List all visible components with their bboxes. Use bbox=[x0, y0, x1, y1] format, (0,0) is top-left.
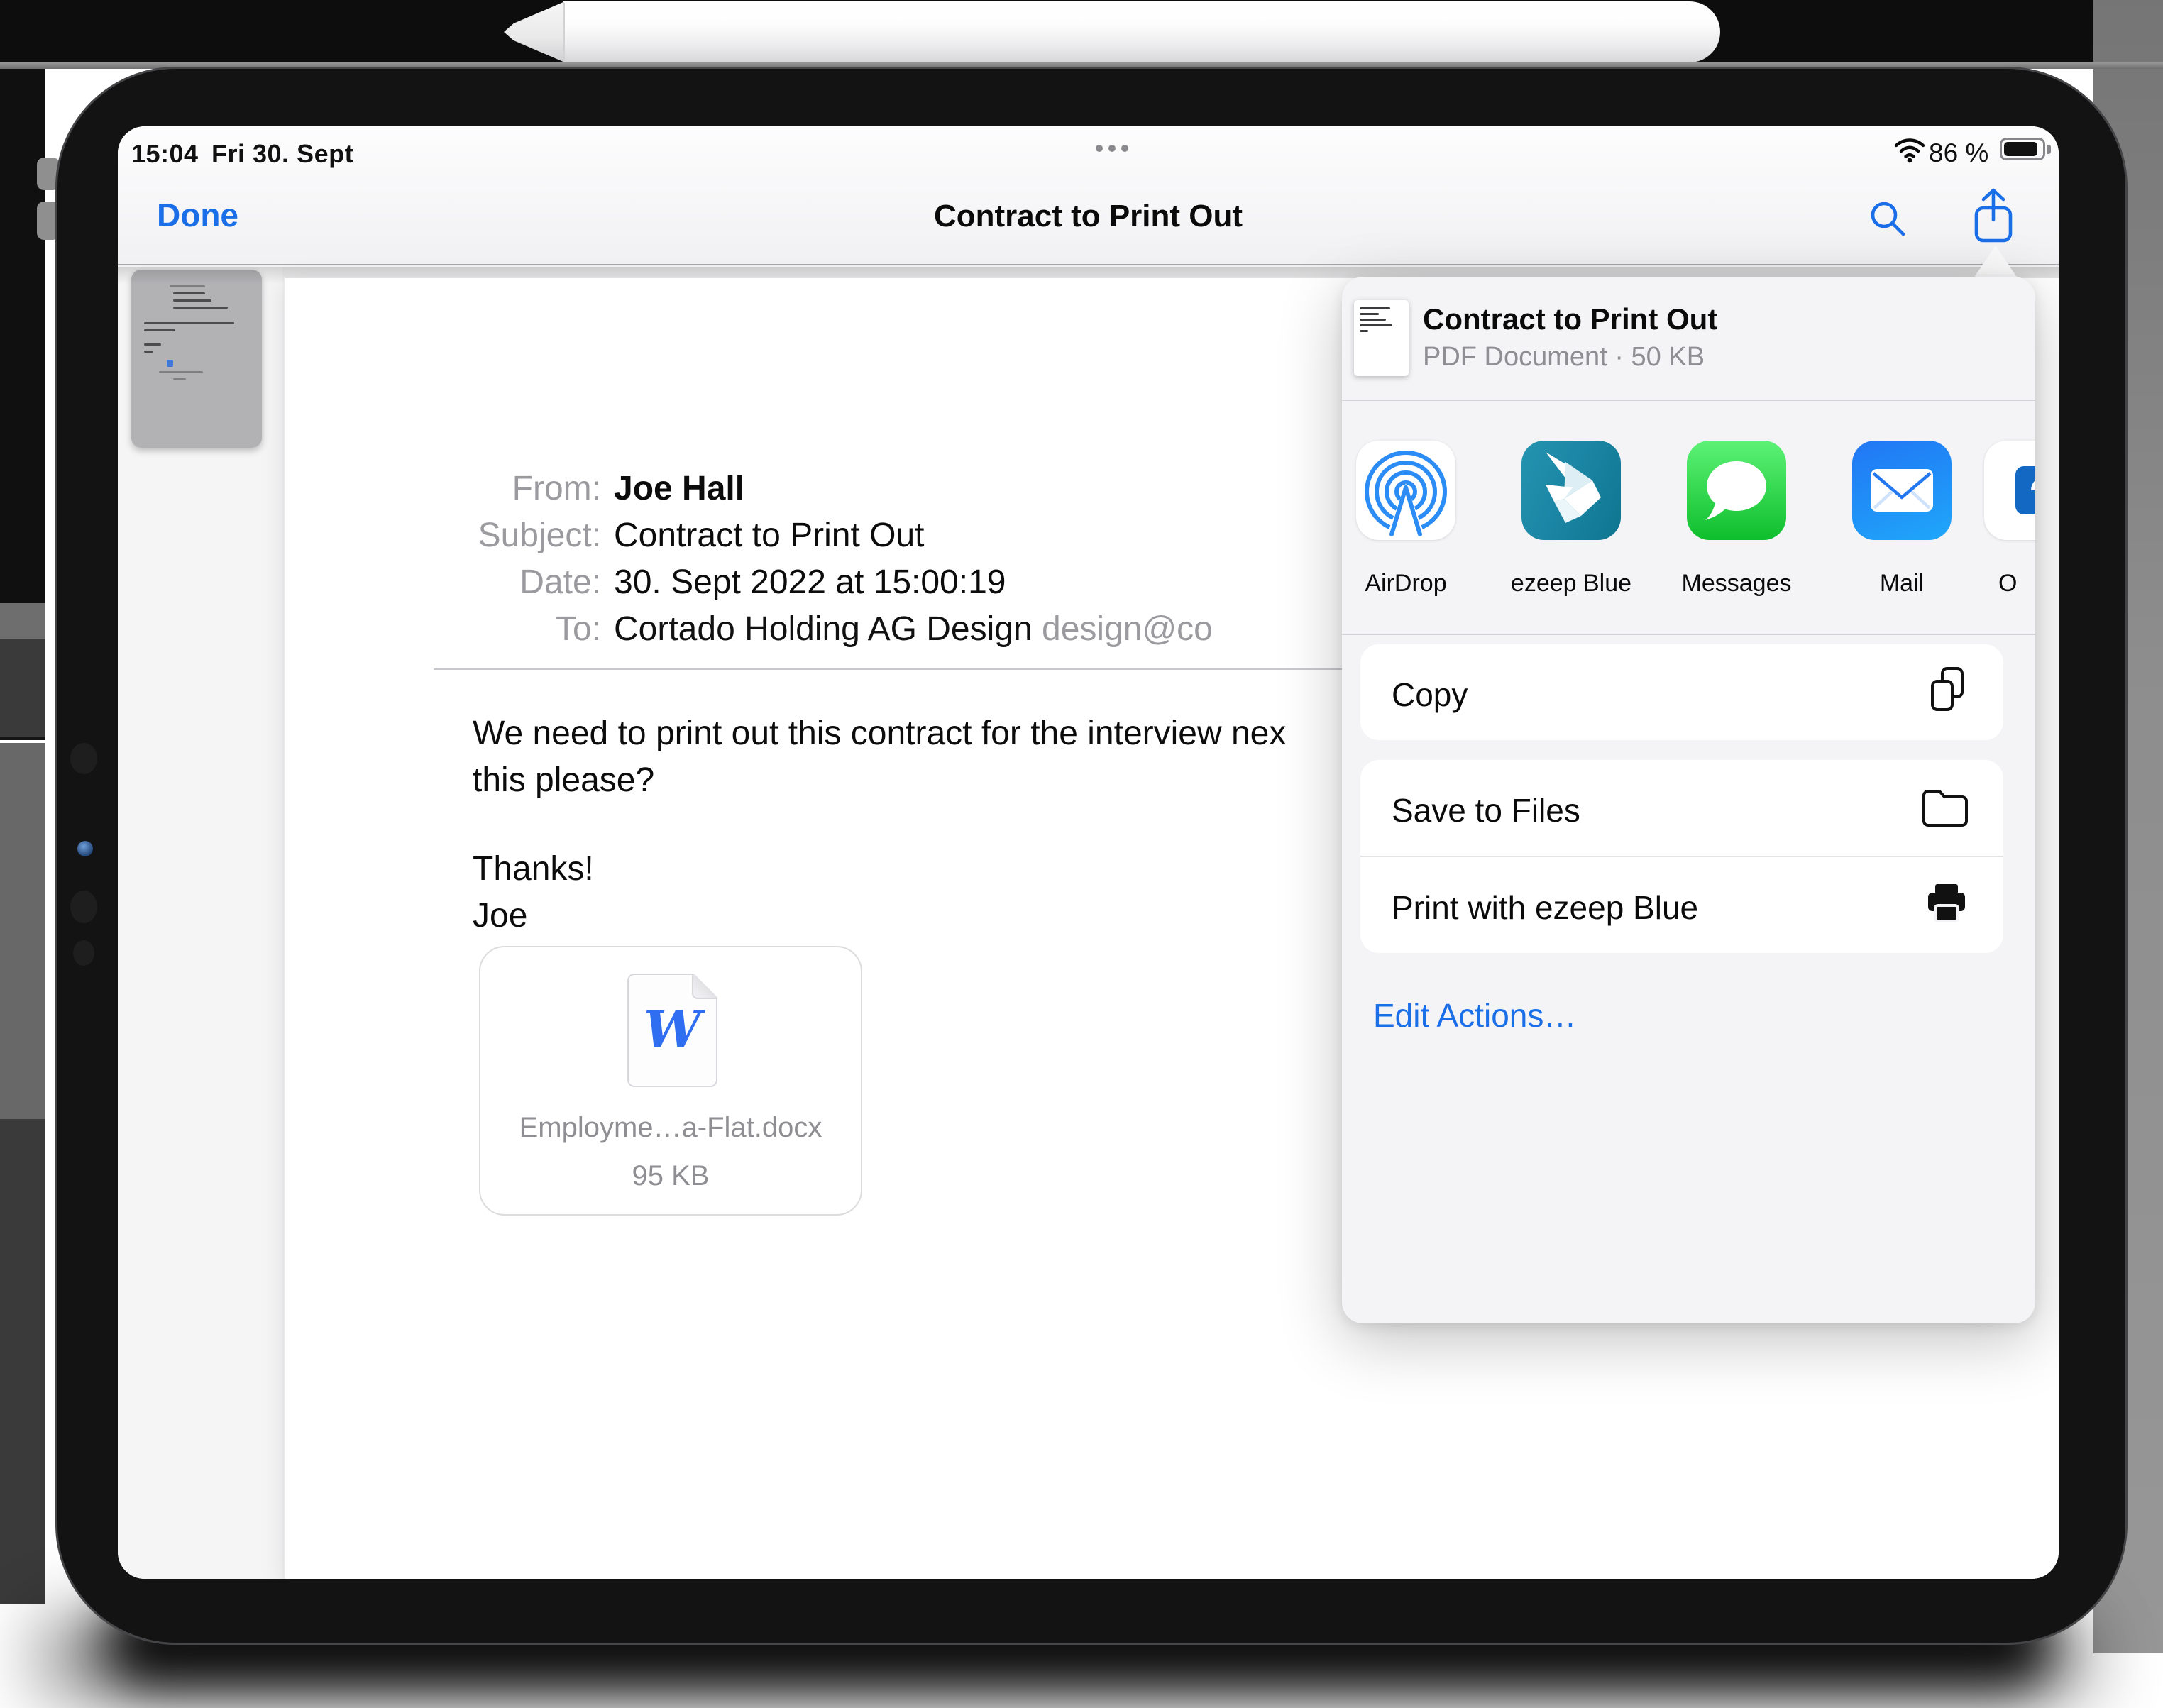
multitask-indicator[interactable] bbox=[1096, 145, 1128, 152]
print-label: Print with ezeep Blue bbox=[1392, 888, 1698, 927]
background-left-block bbox=[0, 639, 45, 740]
thumbnail-attachment-dot bbox=[167, 360, 173, 367]
wifi-icon bbox=[1893, 136, 1926, 167]
share-sheet: Contract to Print Out PDF Document · 50 … bbox=[1342, 277, 2035, 1323]
copy-label: Copy bbox=[1392, 676, 1468, 714]
sensor bbox=[73, 940, 94, 966]
background-left-block bbox=[0, 603, 45, 639]
file-thumbnail bbox=[1354, 300, 1409, 376]
email-to-value: Cortado Holding AG Design design@co bbox=[614, 610, 1339, 649]
action-group: Save to Files Print with ezeep Blue bbox=[1360, 760, 2003, 953]
page-fold bbox=[692, 974, 717, 999]
status-time: 15:04 bbox=[131, 139, 199, 169]
apple-pencil-seam bbox=[563, 3, 565, 61]
page-thumbnail[interactable] bbox=[131, 270, 262, 448]
email-body-line: this please? bbox=[473, 761, 654, 800]
email-from-label: From: bbox=[118, 469, 601, 508]
app-label-mail: Mail bbox=[1824, 570, 1980, 597]
app-label-ezeep: ezeep Blue bbox=[1493, 570, 1649, 597]
messages-icon[interactable] bbox=[1687, 441, 1786, 540]
share-file-meta: PDF Document · 50 KB bbox=[1423, 342, 1705, 373]
battery-icon-nub bbox=[2047, 145, 2051, 154]
scene: 15:04 Fri 30. Sept 86 % Done Contract to… bbox=[0, 0, 2163, 1708]
app-label-airdrop: AirDrop bbox=[1342, 570, 1484, 597]
battery-icon bbox=[2000, 138, 2045, 160]
word-document-icon: W bbox=[627, 974, 717, 1087]
printer-icon bbox=[1922, 880, 1971, 932]
email-subject-value: Contract to Print Out bbox=[614, 516, 925, 555]
divider bbox=[1342, 634, 2035, 635]
ipad-frame: 15:04 Fri 30. Sept 86 % Done Contract to… bbox=[55, 67, 2128, 1645]
camera-lens bbox=[77, 841, 93, 856]
share-icon[interactable] bbox=[1969, 186, 2018, 246]
email-signoff: Thanks! bbox=[473, 849, 594, 888]
ipad-screen: 15:04 Fri 30. Sept 86 % Done Contract to… bbox=[118, 126, 2059, 1579]
app-label-messages: Messages bbox=[1658, 570, 1815, 597]
airdrop-icon[interactable] bbox=[1356, 441, 1455, 540]
outlook-logo-tail bbox=[2024, 490, 2035, 514]
email-body-line: We need to print out this contract for t… bbox=[473, 714, 1286, 753]
copy-icon bbox=[1924, 664, 1971, 723]
folder-icon bbox=[1920, 786, 1971, 832]
front-camera bbox=[70, 743, 97, 774]
apple-pencil bbox=[563, 1, 1720, 62]
battery-percent: 86 % bbox=[1929, 138, 1988, 168]
search-icon[interactable] bbox=[1866, 197, 1910, 241]
email-date-label: Date: bbox=[118, 563, 601, 602]
divider bbox=[1342, 400, 2035, 401]
email-date-value: 30. Sept 2022 at 15:00:19 bbox=[614, 563, 1006, 602]
email-signoff: Joe bbox=[473, 896, 527, 935]
attachment-card[interactable]: W Employme…a-Flat.docx 95 KB bbox=[479, 946, 862, 1216]
email-subject-label: Subject: bbox=[118, 516, 601, 555]
word-glyph: W bbox=[629, 999, 716, 1059]
print-action[interactable]: Print with ezeep Blue bbox=[1360, 857, 2003, 953]
background-left-block bbox=[0, 68, 45, 603]
email-from-value: Joe Hall bbox=[614, 469, 744, 508]
save-to-files-action[interactable]: Save to Files bbox=[1360, 760, 2003, 856]
email-to-label: To: bbox=[118, 610, 601, 649]
ezeep-blue-icon[interactable] bbox=[1521, 441, 1621, 540]
save-to-files-label: Save to Files bbox=[1392, 791, 1580, 830]
share-file-title: Contract to Print Out bbox=[1423, 302, 1717, 336]
outlook-icon[interactable] bbox=[1984, 441, 2035, 540]
sensor bbox=[70, 891, 97, 923]
app-label-outlook: O bbox=[1998, 570, 2035, 597]
edit-actions-link[interactable]: Edit Actions… bbox=[1373, 996, 1576, 1035]
page-title: Contract to Print Out bbox=[118, 199, 2059, 234]
navigation-bar bbox=[118, 126, 2059, 265]
copy-action[interactable]: Copy bbox=[1360, 644, 2003, 740]
background-left-block bbox=[0, 1119, 45, 1604]
status-date: Fri 30. Sept bbox=[211, 139, 353, 169]
email-to-address: design@co bbox=[1033, 610, 1213, 648]
attachment-size: 95 KB bbox=[480, 1160, 861, 1192]
attachment-name: Employme…a-Flat.docx bbox=[480, 1112, 861, 1144]
background-left-block bbox=[0, 743, 45, 1119]
mail-icon[interactable] bbox=[1852, 441, 1952, 540]
thumbnail-sidebar bbox=[118, 267, 282, 1579]
